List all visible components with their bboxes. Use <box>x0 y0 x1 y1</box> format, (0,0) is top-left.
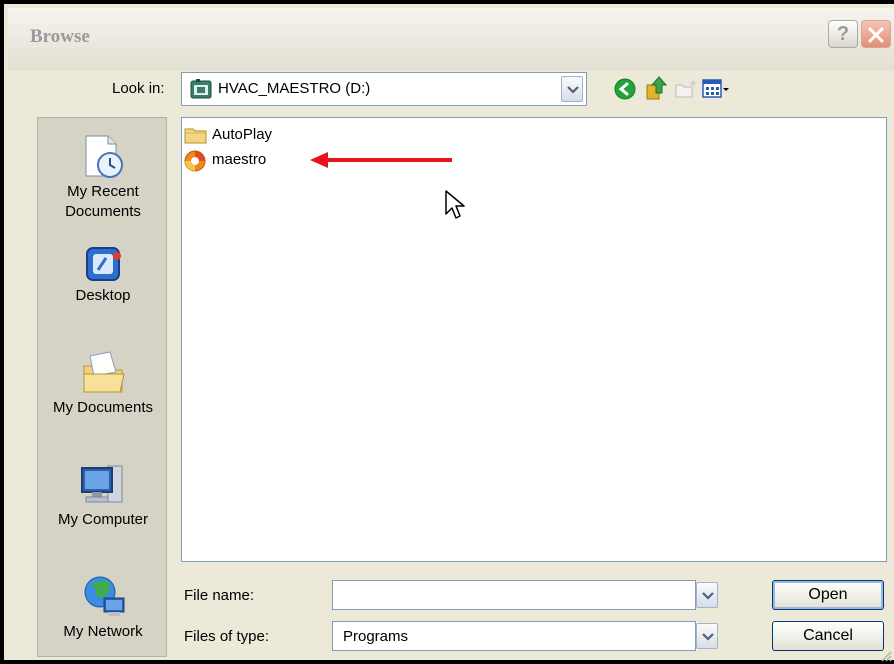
place-label: My Documents <box>52 399 154 416</box>
place-my-computer[interactable]: My Computer <box>38 462 168 530</box>
resize-grip-icon[interactable] <box>880 650 892 662</box>
drive-icon <box>190 79 212 99</box>
place-my-recent-documents[interactable]: My Recent Documents <box>38 134 168 222</box>
cancel-button[interactable]: Cancel <box>772 621 884 651</box>
window-title: Browse <box>30 26 90 47</box>
open-button[interactable]: Open <box>772 580 884 610</box>
place-label: My Recent <box>67 183 139 200</box>
place-label: Documents <box>65 203 141 220</box>
close-icon <box>868 27 884 43</box>
place-label: My Computer <box>57 511 149 528</box>
place-my-documents[interactable]: My Documents <box>38 350 168 418</box>
place-label: My Network <box>63 623 143 640</box>
look-in-value: HVAC_MAESTRO (D:) <box>218 80 371 97</box>
place-my-network[interactable]: My Network <box>38 574 168 642</box>
file-name-dropdown-button[interactable] <box>696 582 718 608</box>
look-in-dropdown-button[interactable] <box>561 76 583 102</box>
my-documents-icon <box>83 351 125 393</box>
chevron-down-icon <box>567 86 579 94</box>
places-bar: My Recent Documents Desktop My Documents <box>37 117 167 657</box>
folder-icon <box>184 128 207 144</box>
file-label: AutoPlay <box>212 126 273 143</box>
my-network-icon <box>84 576 125 616</box>
annotation-arrow <box>310 152 452 168</box>
file-type-select[interactable]: Programs <box>332 621 696 651</box>
file-list[interactable]: AutoPlay maestro <box>181 117 887 562</box>
title-bar[interactable]: Browse ? <box>8 8 894 70</box>
file-name-input[interactable] <box>332 580 696 610</box>
program-icon <box>184 150 206 172</box>
browse-dialog: Browse ? Look in: HVAC_MAESTRO (D:) My R… <box>0 0 894 664</box>
file-type-dropdown-button[interactable] <box>696 623 718 649</box>
file-name-label: File name: <box>184 587 255 604</box>
new-folder-icon[interactable] <box>674 78 698 100</box>
close-button[interactable] <box>861 20 891 48</box>
mouse-pointer-icon <box>445 190 465 219</box>
back-icon[interactable] <box>614 78 636 100</box>
my-computer-icon <box>81 465 123 503</box>
place-label: Desktop <box>75 287 131 304</box>
help-button[interactable]: ? <box>828 20 858 48</box>
file-type-label: Files of type: <box>184 628 270 645</box>
look-in-label: Look in: <box>112 80 165 97</box>
chevron-down-icon <box>702 592 714 600</box>
chevron-down-icon <box>702 633 714 641</box>
view-menu-icon[interactable] <box>702 79 730 99</box>
recent-documents-icon <box>85 135 123 178</box>
up-folder-icon[interactable] <box>644 75 668 101</box>
desktop-icon <box>86 247 121 281</box>
look-in-dropdown[interactable]: HVAC_MAESTRO (D:) <box>181 72 587 106</box>
file-label: maestro <box>212 151 267 168</box>
place-desktop[interactable]: Desktop <box>38 244 168 306</box>
